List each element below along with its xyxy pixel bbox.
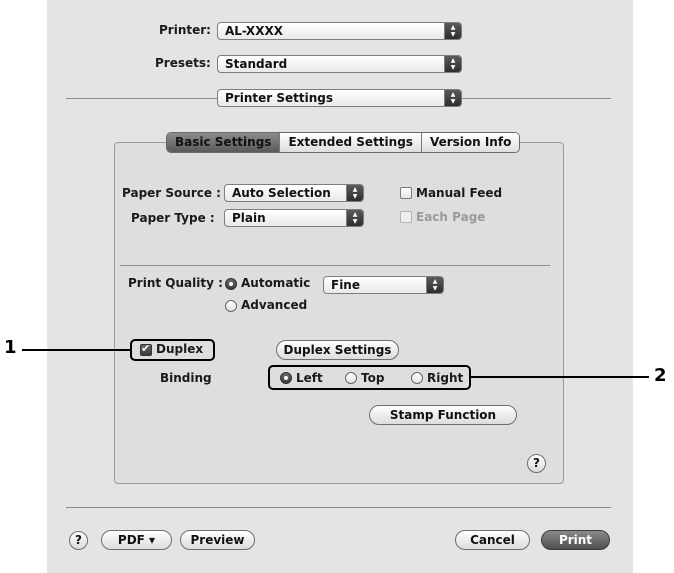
print-quality-popup[interactable]: Fine ▲ ▼ <box>323 276 444 294</box>
preview-button[interactable]: Preview <box>180 530 255 550</box>
printer-value: AL-XXXX <box>225 24 283 38</box>
popup-arrows-icon: ▲ ▼ <box>444 56 461 72</box>
printer-popup[interactable]: AL-XXXX ▲ ▼ <box>217 22 462 40</box>
callout-line-1 <box>22 349 130 351</box>
popup-arrows-icon: ▲ ▼ <box>444 90 461 106</box>
callout-number-1: 1 <box>4 337 17 358</box>
print-button[interactable]: Print <box>541 530 610 550</box>
advanced-label: Advanced <box>241 298 308 312</box>
footer-help-button[interactable]: ? <box>69 531 88 550</box>
each-page-checkbox[interactable] <box>400 211 412 223</box>
panel-help-button[interactable]: ? <box>527 454 546 473</box>
paper-source-popup[interactable]: Auto Selection ▲ ▼ <box>224 184 364 202</box>
print-quality-label: Print Quality : <box>128 276 223 290</box>
tab-basic-settings[interactable]: Basic Settings <box>167 133 280 152</box>
paper-type-popup[interactable]: Plain ▲ ▼ <box>224 209 364 227</box>
paper-source-label: Paper Source : <box>122 186 221 200</box>
paper-type-label: Paper Type : <box>131 211 215 225</box>
tab-extended-settings[interactable]: Extended Settings <box>279 133 421 152</box>
automatic-radio[interactable] <box>225 278 237 290</box>
panel-separator <box>120 265 550 266</box>
binding-left-radio[interactable] <box>280 372 292 384</box>
callout-number-2: 2 <box>654 365 667 386</box>
duplex-checkbox[interactable] <box>140 342 152 356</box>
print-quality-value: Fine <box>331 278 360 292</box>
binding-label: Binding <box>160 371 212 385</box>
binding-top-radio[interactable] <box>345 372 357 384</box>
panel-value: Printer Settings <box>225 91 333 105</box>
presets-label: Presets: <box>155 56 211 70</box>
binding-right-radio[interactable] <box>411 372 423 384</box>
advanced-radio[interactable] <box>225 300 237 312</box>
stamp-function-button[interactable]: Stamp Function <box>369 405 517 425</box>
binding-right-label: Right <box>427 371 464 385</box>
printer-label: Printer: <box>159 23 211 37</box>
binding-left-label: Left <box>296 371 323 385</box>
popup-arrows-icon: ▲ ▼ <box>346 185 363 201</box>
presets-popup[interactable]: Standard ▲ ▼ <box>217 55 462 73</box>
paper-source-value: Auto Selection <box>232 186 331 200</box>
presets-value: Standard <box>225 57 288 71</box>
tab-bar: Basic Settings Extended Settings Version… <box>166 132 521 153</box>
manual-feed-label: Manual Feed <box>416 186 503 200</box>
pdf-menu-button[interactable]: PDF ▾ <box>101 530 172 550</box>
panel-popup[interactable]: Printer Settings ▲ ▼ <box>217 89 462 107</box>
cancel-button[interactable]: Cancel <box>455 530 530 550</box>
manual-feed-checkbox[interactable] <box>400 187 412 199</box>
callout-line-2 <box>471 376 649 378</box>
paper-type-value: Plain <box>232 211 266 225</box>
duplex-settings-button[interactable]: Duplex Settings <box>276 340 399 360</box>
tab-version-info[interactable]: Version Info <box>420 133 520 152</box>
popup-arrows-icon: ▲ ▼ <box>346 210 363 226</box>
footer-separator <box>66 507 611 508</box>
duplex-label: Duplex <box>156 342 204 356</box>
popup-arrows-icon: ▲ ▼ <box>444 23 461 39</box>
automatic-label: Automatic <box>241 276 311 290</box>
binding-top-label: Top <box>361 371 385 385</box>
popup-arrows-icon: ▲ ▼ <box>426 277 443 293</box>
each-page-label: Each Page <box>416 210 486 224</box>
